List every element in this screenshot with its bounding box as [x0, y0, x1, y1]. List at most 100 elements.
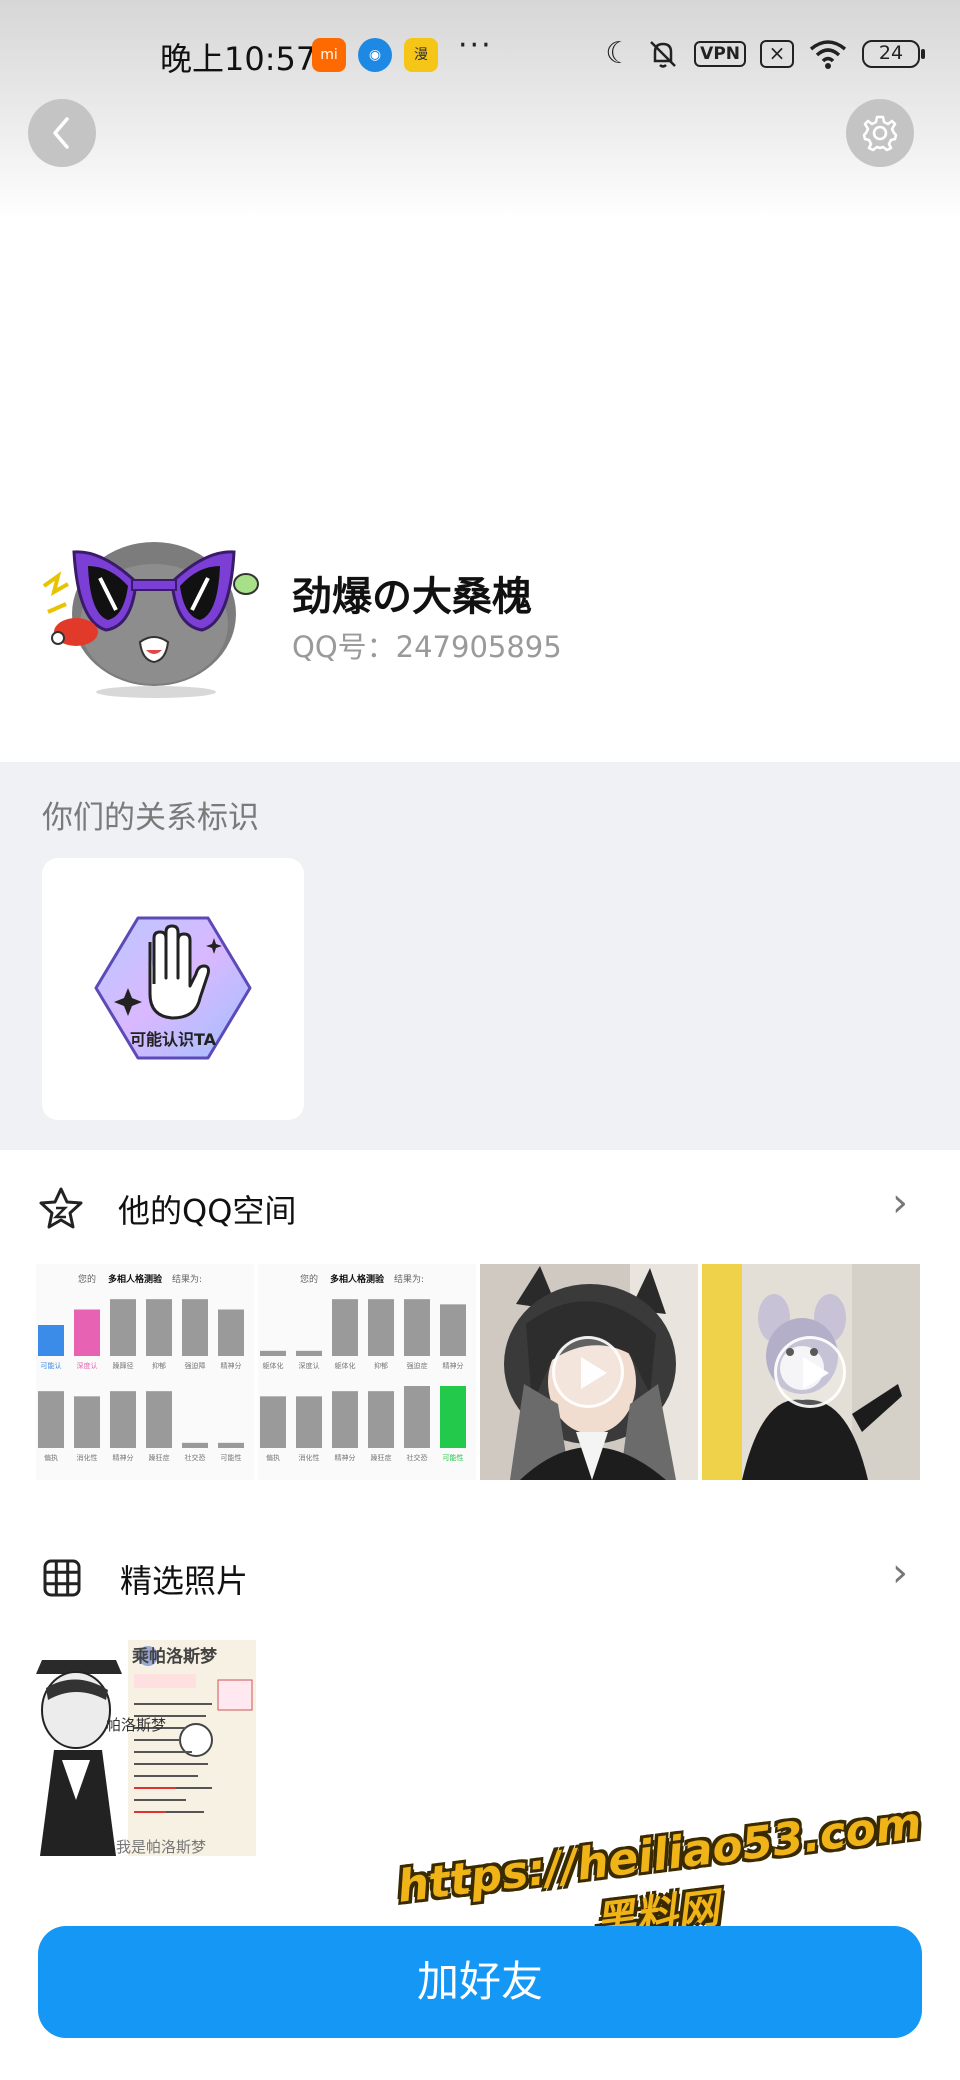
status-time: 晚上10:57 — [160, 40, 317, 78]
chart-bar — [260, 1350, 286, 1356]
featured-photo-text-1: 乘帕洛斯梦 — [132, 1647, 217, 1667]
chart-tick-label: 可能性 — [443, 1453, 464, 1462]
qq-number: 247905895 — [395, 630, 562, 664]
chart-tick-label: 躁狂症 — [371, 1453, 392, 1462]
settings-button[interactable] — [846, 99, 914, 167]
chart-bar — [296, 1350, 322, 1356]
battery-indicator: 24 — [862, 40, 925, 68]
chart-bar — [218, 1309, 244, 1356]
qzone-thumbnail-chart-1[interactable]: 您的 多相人格测验 结果为: 可能认 深度认 躁蹿径 抑郁 强迫障 精神分 偏执 消化性 精神分 躁狂症… — [36, 1264, 254, 1480]
chart-tick-label: 社交恐 — [185, 1453, 206, 1462]
chart-tick-label: 强迫障 — [185, 1361, 206, 1370]
chevron-right-icon[interactable]: › — [892, 1180, 908, 1226]
qq-number-line: QQ号：247905895 — [292, 624, 562, 666]
chart-bar — [368, 1391, 394, 1448]
qzone-thumbnail-video-1[interactable] — [480, 1264, 698, 1480]
chart-bar — [332, 1391, 358, 1448]
chart-tick-label: 消化性 — [77, 1453, 98, 1462]
chevron-left-icon — [53, 117, 69, 149]
status-icons: ☾ VPN × 24 — [605, 36, 925, 72]
vpn-indicator: VPN — [694, 41, 746, 67]
more-notifications-icon: ··· — [458, 28, 493, 63]
chart-bar — [74, 1396, 100, 1448]
chevron-right-icon[interactable]: › — [892, 1550, 908, 1596]
comic-app-icon: 漫 — [404, 38, 438, 72]
browser-app-icon: ◉ — [358, 38, 392, 72]
relationship-badge-card[interactable]: 可能认识TA — [42, 858, 304, 1120]
chart-bar — [218, 1442, 244, 1448]
chart-tick-label: 精神分 — [113, 1453, 134, 1462]
chart-bar — [182, 1442, 208, 1448]
chart-tick-label: 躁蹿径 — [113, 1361, 134, 1370]
chart-bar — [74, 1309, 100, 1356]
chart-tick-label: 躯体化 — [335, 1361, 356, 1370]
chart-title-suffix: 结果为: — [172, 1273, 202, 1285]
featured-photo-text-3: 我是帕洛斯梦 — [116, 1838, 207, 1856]
chart-tick-label: 抑郁 — [152, 1361, 166, 1370]
star-icon — [39, 1187, 83, 1229]
chart-tick-label: 精神分 — [335, 1453, 356, 1462]
chart-bar — [296, 1396, 322, 1448]
status-bar: 晚上10:57 mi ◉ 漫 ··· ☾ VPN × 24 — [0, 28, 960, 84]
qq-number-label: QQ号： — [292, 630, 396, 664]
wifi-icon — [809, 40, 847, 69]
chart-bar — [182, 1299, 208, 1356]
back-button[interactable] — [28, 99, 96, 167]
profile-name: 劲爆の大桑槐 — [292, 574, 532, 620]
chart-bar — [260, 1396, 286, 1448]
chart-tick-label: 精神分 — [443, 1361, 464, 1370]
moon-icon: ☾ — [605, 36, 633, 71]
chart-bar — [404, 1386, 430, 1448]
add-friend-button[interactable]: 加好友 — [38, 1926, 922, 2038]
chart-title-suffix: 结果为: — [394, 1273, 424, 1285]
no-sim-icon: × — [760, 40, 794, 68]
chart-tick-label: 偏执 — [266, 1453, 280, 1462]
chart-bar — [38, 1391, 64, 1448]
chart-bar — [110, 1299, 136, 1356]
chart-title: 多相人格测验 — [330, 1273, 385, 1285]
relationship-title: 你们的关系标识 — [42, 800, 259, 836]
chart-tick-label: 消化性 — [299, 1453, 320, 1462]
xiaomi-app-icon: mi — [312, 38, 346, 72]
chart-bar — [146, 1391, 172, 1448]
chart-bar — [146, 1299, 172, 1356]
bell-muted-icon — [650, 41, 677, 68]
chart-tick-label: 躯体化 — [263, 1361, 284, 1370]
chart-tick-label: 社交恐 — [407, 1453, 428, 1462]
chart-tick-label: 深度认 — [299, 1361, 320, 1370]
personality-chart-2: 您的 多相人格测验 结果为:躯体化 深度认 躯体化 抑郁 强迫症 精神分偏执 消化性 精神分 躁狂症… — [260, 1273, 466, 1462]
chart-bar — [440, 1386, 466, 1448]
qzone-thumbnail-video-2[interactable] — [702, 1264, 920, 1480]
chart-title-prefix: 您的 — [78, 1273, 96, 1285]
play-icon[interactable] — [552, 1336, 624, 1408]
relationship-badge-label: 可能认识TA — [129, 1030, 217, 1049]
chart-title-prefix: 您的 — [300, 1273, 318, 1285]
play-icon[interactable] — [774, 1336, 846, 1408]
chart-tick-label: 可能性 — [221, 1453, 242, 1462]
relationship-section: 你们的关系标识 可能认识TA — [0, 762, 960, 1150]
chart-tick-label: 抑郁 — [374, 1361, 388, 1370]
chart-tick-label: 偏执 — [44, 1453, 58, 1462]
chart-tick-label: 深度认 — [77, 1361, 98, 1370]
chart-tick-label: 强迫症 — [407, 1361, 428, 1370]
featured-photo-text-2: 帕洛斯梦 — [106, 1716, 167, 1734]
featured-photos-title[interactable]: 精选照片 — [120, 1556, 248, 1602]
chart-bar — [368, 1299, 394, 1356]
grid-icon — [43, 1559, 81, 1597]
chart-tick-label: 躁狂症 — [149, 1453, 170, 1462]
avatar[interactable] — [36, 500, 260, 700]
chart-bar — [440, 1304, 466, 1356]
chart-bar — [332, 1299, 358, 1356]
chart-title: 多相人格测验 — [108, 1273, 163, 1285]
chart-tick-label: 精神分 — [221, 1361, 242, 1370]
illustration-photo — [36, 1640, 256, 1856]
featured-photo[interactable]: 乘帕洛斯梦 帕洛斯梦 我是帕洛斯梦 — [36, 1640, 256, 1856]
chart-tick-label: 可能认 — [41, 1361, 62, 1370]
chart-bar — [110, 1391, 136, 1448]
chart-bar — [38, 1325, 64, 1356]
gear-icon — [862, 115, 898, 152]
chart-bar — [404, 1299, 430, 1356]
qzone-thumbnail-chart-2[interactable]: 您的 多相人格测验 结果为: 躯体化 深度认 躯体化 抑郁 强迫症 精神分 偏执 消化性 精神分 躁狂症… — [258, 1264, 476, 1480]
personality-chart-1: 您的 多相人格测验 结果为:可能认 深度认 躁蹿径 抑郁 强迫障 精神分偏执 消化性 精神分 躁狂症… — [38, 1273, 244, 1462]
qzone-title[interactable]: 他的QQ空间 — [118, 1186, 296, 1232]
